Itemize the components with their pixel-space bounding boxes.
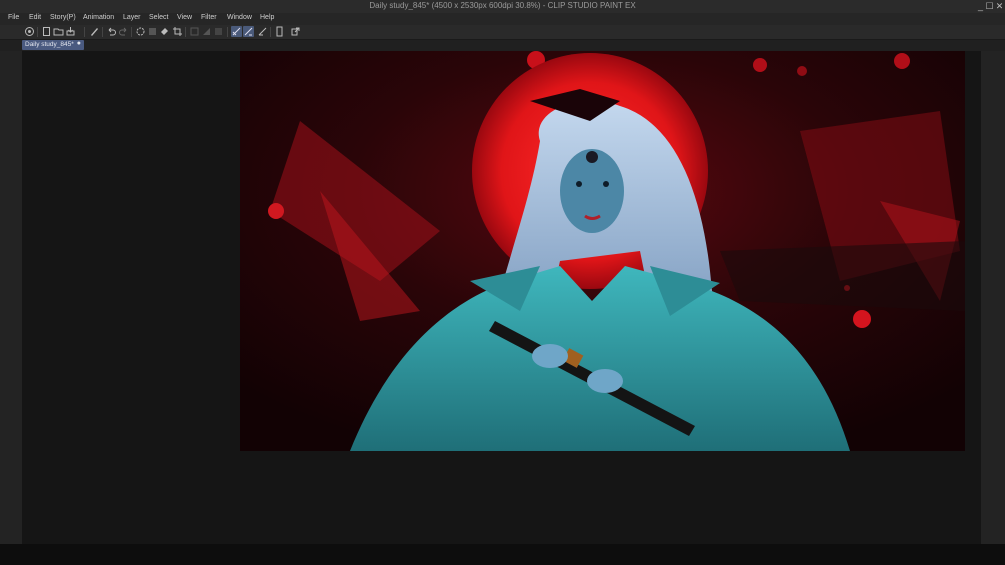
document-tab-label: Daily study_845* [25, 41, 74, 48]
save-icon[interactable] [65, 26, 76, 37]
menu-story[interactable]: Story(P) [50, 14, 76, 21]
pencil-icon[interactable] [257, 26, 268, 37]
menu-layer[interactable]: Layer [123, 14, 141, 21]
toolbar-separator [37, 27, 38, 37]
menu-window[interactable]: Window [227, 14, 252, 21]
title-bar: Daily study_845* (4500 x 2530px 600dpi 3… [0, 0, 1005, 13]
window-title: Daily study_845* (4500 x 2530px 600dpi 3… [369, 1, 636, 10]
brush-icon[interactable] [243, 26, 254, 37]
fill-bucket-icon[interactable] [159, 26, 170, 37]
tab-close-icon[interactable]: ● [77, 40, 81, 47]
fill-icon[interactable] [147, 26, 158, 37]
menu-filter[interactable]: Filter [201, 14, 217, 21]
undo-icon[interactable] [106, 26, 117, 37]
crop-icon[interactable] [172, 26, 183, 37]
menu-bar: File Edit Story(P) Animation Layer Selec… [0, 13, 1005, 25]
menu-file[interactable]: File [8, 14, 19, 21]
device-icon[interactable] [274, 26, 285, 37]
transform-icon[interactable] [189, 26, 200, 37]
share-icon[interactable] [290, 26, 301, 37]
toolbar-separator [102, 27, 103, 37]
close-button[interactable]: ✕ [994, 0, 1005, 12]
new-icon[interactable] [41, 26, 52, 37]
pen-icon[interactable] [89, 26, 100, 37]
menu-animation[interactable]: Animation [83, 14, 114, 21]
command-bar [0, 25, 1005, 40]
toolbar-separator [131, 27, 132, 37]
redo-icon[interactable] [118, 26, 129, 37]
studio-icon[interactable] [24, 26, 35, 37]
snap-icon[interactable] [213, 26, 224, 37]
document-tab[interactable]: Daily study_845* ● [22, 40, 84, 50]
menu-view[interactable]: View [177, 14, 192, 21]
menu-edit[interactable]: Edit [29, 14, 41, 21]
menu-select[interactable]: Select [149, 14, 168, 21]
snap-ruler-icon[interactable] [231, 26, 242, 37]
ruler-icon[interactable] [201, 26, 212, 37]
open-icon[interactable] [53, 26, 64, 37]
canvas-artwork[interactable] [240, 51, 965, 451]
toolbar-separator [227, 27, 228, 37]
right-panel [981, 51, 1005, 544]
toolbar-separator [185, 27, 186, 37]
gear-icon[interactable] [135, 26, 146, 37]
toolbar-separator [84, 27, 85, 37]
toolbar-separator [270, 27, 271, 37]
menu-help[interactable]: Help [260, 14, 274, 21]
status-bar [0, 544, 1005, 565]
document-tab-strip: Daily study_845* ● [0, 40, 1005, 51]
left-panel [0, 51, 22, 544]
